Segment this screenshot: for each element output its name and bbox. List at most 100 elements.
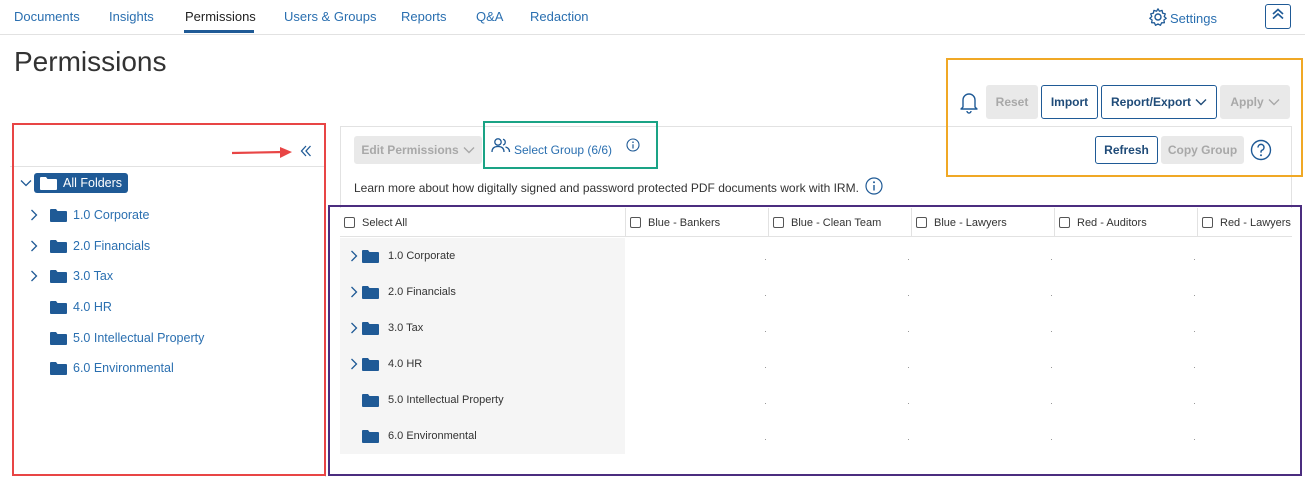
- apply-button[interactable]: Apply: [1220, 85, 1290, 119]
- folder-tree-item-label: 4.0 HR: [73, 300, 112, 314]
- permission-cell-marker: [1194, 439, 1195, 440]
- group-checkbox[interactable]: [916, 217, 927, 228]
- group-checkbox[interactable]: [630, 217, 641, 228]
- group-column-header[interactable]: Blue - Bankers: [625, 208, 768, 237]
- group-checkbox[interactable]: [1059, 217, 1070, 228]
- row-label: 4.0 HR: [388, 358, 423, 370]
- permission-cell-marker: [908, 367, 909, 368]
- folder-tree-root[interactable]: All Folders: [18, 173, 129, 193]
- permission-cell-marker: [1194, 367, 1195, 368]
- row-label: 5.0 Intellectual Property: [388, 394, 504, 406]
- folder-tree-item[interactable]: 5.0 Intellectual Property: [50, 331, 204, 345]
- settings-link[interactable]: Settings: [1148, 7, 1217, 30]
- group-column-label: Blue - Bankers: [648, 216, 721, 229]
- apply-label: Apply: [1230, 95, 1264, 109]
- settings-label: Settings: [1170, 11, 1217, 26]
- reset-button[interactable]: Reset: [986, 85, 1038, 119]
- group-column-header[interactable]: Red - Auditors: [1054, 208, 1197, 237]
- chevron-right-icon[interactable]: [346, 286, 362, 298]
- collapse-panel-icon[interactable]: [300, 144, 312, 162]
- permission-cell-marker: [908, 439, 909, 440]
- chevron-right-icon[interactable]: [26, 270, 42, 282]
- folder-icon: [362, 357, 379, 371]
- bell-icon[interactable]: [958, 90, 980, 119]
- folder-icon: [50, 300, 67, 314]
- folder-icon: [50, 208, 67, 222]
- double-chevron-up-icon: [1271, 7, 1285, 26]
- permission-cell-marker: [765, 259, 766, 260]
- tab-reports[interactable]: Reports: [401, 9, 447, 24]
- tab-qa[interactable]: Q&A: [476, 9, 503, 24]
- group-checkbox[interactable]: [1202, 217, 1213, 228]
- folder-icon: [50, 269, 67, 283]
- permission-cell-marker: [908, 331, 909, 332]
- chevron-right-icon[interactable]: [26, 209, 42, 221]
- report-export-label: Report/Export: [1110, 95, 1191, 109]
- users-icon: [491, 137, 511, 158]
- chevron-right-icon[interactable]: [346, 322, 362, 334]
- permission-cell-marker: [765, 439, 766, 440]
- folder-icon: [362, 429, 379, 443]
- chevron-right-icon[interactable]: [26, 240, 42, 252]
- permission-cell-marker: [1194, 331, 1195, 332]
- collapse-header-button[interactable]: [1265, 4, 1291, 29]
- permission-cell-marker: [1194, 403, 1195, 404]
- irm-info-text: Learn more about how digitally signed an…: [354, 177, 883, 198]
- select-all-checkbox[interactable]: [344, 217, 355, 228]
- tab-permissions[interactable]: Permissions: [185, 9, 256, 24]
- chevron-right-icon[interactable]: [346, 250, 362, 262]
- table-row[interactable]: 1.0 Corporate: [340, 238, 625, 274]
- all-folders-node[interactable]: All Folders: [34, 173, 129, 193]
- folder-icon: [362, 321, 379, 335]
- permission-cell-marker: [1051, 259, 1052, 260]
- folder-tree-item[interactable]: 1.0 Corporate: [26, 208, 149, 222]
- folder-tree-item-label: 1.0 Corporate: [73, 208, 150, 222]
- permission-cell-marker: [765, 295, 766, 296]
- folder-tree-item[interactable]: 3.0 Tax: [26, 269, 113, 283]
- table-row[interactable]: 6.0 Environmental: [340, 418, 625, 454]
- chevron-down-icon[interactable]: [18, 179, 34, 187]
- group-column-header[interactable]: Blue - Lawyers: [911, 208, 1054, 237]
- folder-tree-header: [10, 127, 326, 167]
- group-checkbox[interactable]: [773, 217, 784, 228]
- row-label: 1.0 Corporate: [388, 250, 456, 262]
- permission-cell-marker: [765, 331, 766, 332]
- group-column-header[interactable]: Red - Lawyers: [1197, 208, 1292, 237]
- table-row[interactable]: 2.0 Financials: [340, 274, 625, 310]
- folder-icon: [50, 361, 67, 375]
- row-label: 3.0 Tax: [388, 322, 424, 334]
- tab-documents[interactable]: Documents: [14, 9, 80, 24]
- folder-icon: [362, 249, 379, 263]
- table-row[interactable]: 5.0 Intellectual Property: [340, 382, 625, 418]
- report-export-button[interactable]: Report/Export: [1101, 85, 1217, 119]
- tab-redaction[interactable]: Redaction: [530, 9, 589, 24]
- folder-tree-item-label: 5.0 Intellectual Property: [73, 331, 205, 345]
- info-icon[interactable]: [626, 138, 640, 157]
- reset-label: Reset: [995, 95, 1029, 109]
- permission-cell-marker: [1051, 295, 1052, 296]
- table-row[interactable]: 3.0 Tax: [340, 310, 625, 346]
- import-button[interactable]: Import: [1041, 85, 1098, 119]
- folder-icon: [362, 393, 379, 407]
- import-label: Import: [1050, 95, 1089, 109]
- chevron-down-icon: [463, 143, 475, 157]
- gear-icon: [1148, 7, 1168, 30]
- chevron-right-icon[interactable]: [346, 358, 362, 370]
- info-icon[interactable]: [865, 177, 883, 198]
- tab-insights[interactable]: Insights: [109, 9, 154, 24]
- page-title: Permissions: [14, 46, 167, 77]
- permission-cell-marker: [908, 403, 909, 404]
- edit-permissions-button[interactable]: Edit Permissions: [354, 136, 482, 164]
- select-all-column[interactable]: Select All: [340, 208, 625, 237]
- group-column-header[interactable]: Blue - Clean Team: [768, 208, 911, 237]
- select-group-label: Select Group (6/6): [514, 143, 613, 157]
- chevron-down-icon: [1268, 95, 1280, 109]
- folder-tree-item[interactable]: 4.0 HR: [50, 300, 112, 314]
- active-tab-indicator: [184, 30, 254, 33]
- tab-users-groups[interactable]: Users & Groups: [284, 9, 376, 24]
- select-group-button[interactable]: Select Group (6/6): [491, 137, 612, 158]
- table-row[interactable]: 4.0 HR: [340, 346, 625, 382]
- grid-header: Select All Blue - Bankers Blue - Clean T…: [340, 208, 1292, 237]
- folder-tree-item[interactable]: 2.0 Financials: [26, 239, 150, 253]
- folder-tree-item[interactable]: 6.0 Environmental: [50, 361, 174, 375]
